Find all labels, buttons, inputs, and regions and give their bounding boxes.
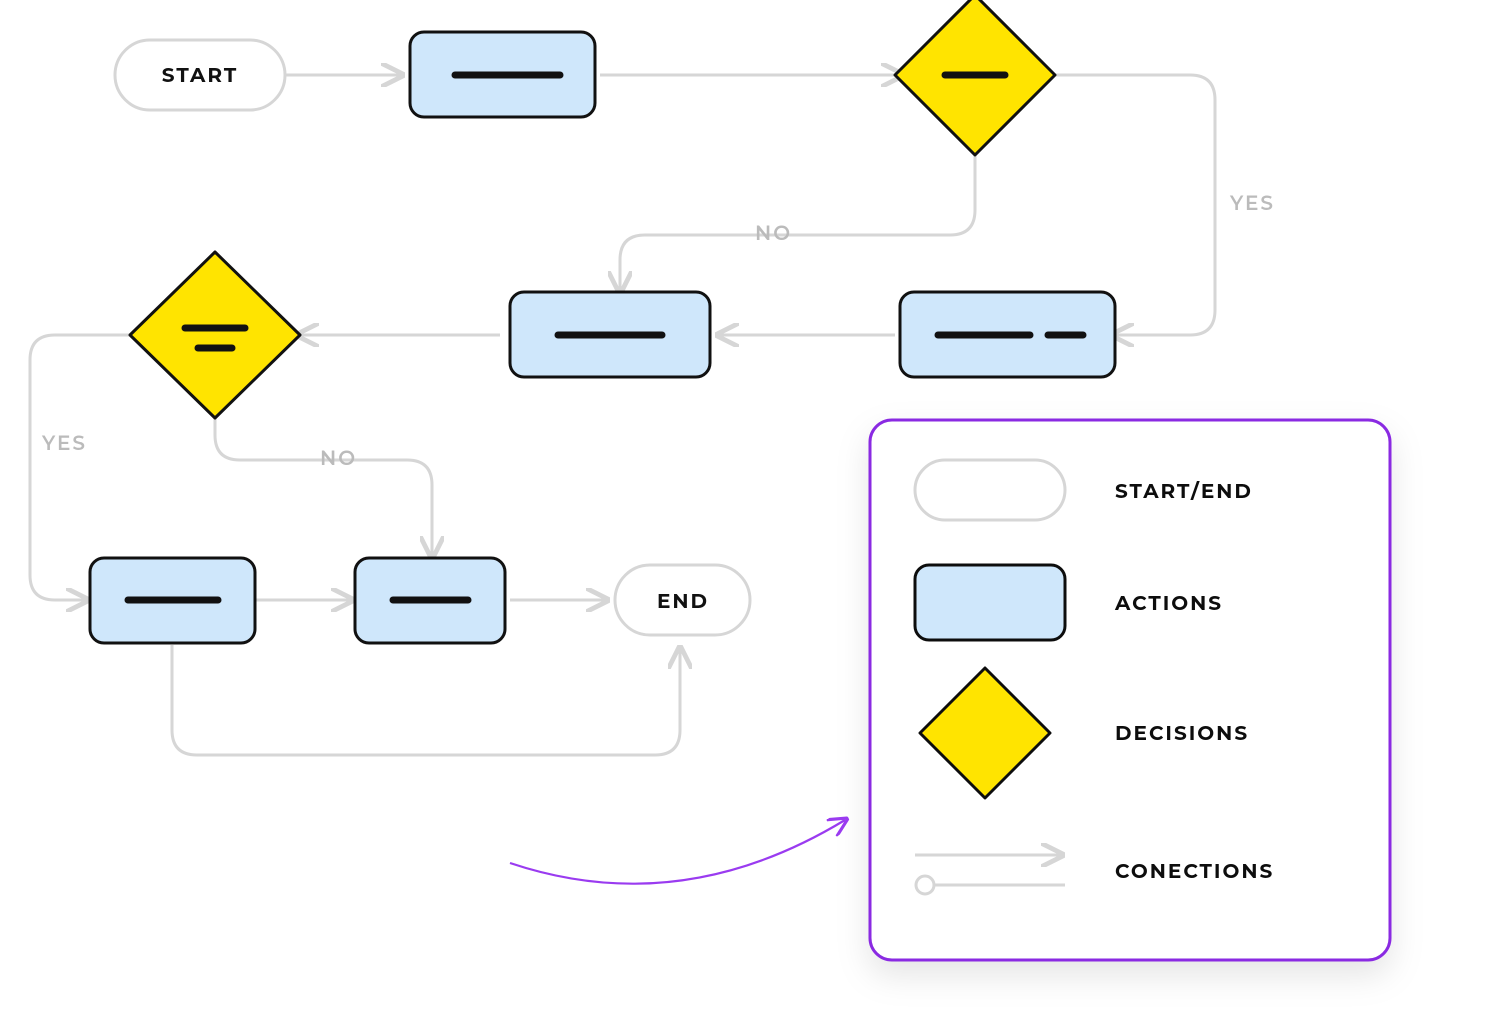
node-action-3 xyxy=(510,292,710,377)
svg-text:START: START xyxy=(162,64,238,88)
node-end: END xyxy=(615,565,750,635)
edge-action4-to-end-under xyxy=(172,645,680,755)
node-action-5 xyxy=(355,558,505,643)
edge-label-d1-no: NO xyxy=(755,222,792,246)
node-action-1 xyxy=(410,32,595,117)
node-decision-1 xyxy=(895,0,1055,155)
legend-pointer-arrow xyxy=(510,820,845,884)
legend-action-icon xyxy=(915,565,1065,640)
edge-label-d2-no: NO xyxy=(320,447,357,471)
edge-label-d1-yes: YES xyxy=(1229,192,1275,216)
edge-decision2-no xyxy=(215,415,432,555)
legend-connections-label: CONECTIONS xyxy=(1115,860,1274,884)
node-decision-2 xyxy=(130,252,300,418)
legend-startend-label: START/END xyxy=(1115,480,1253,504)
edge-decision1-no xyxy=(620,155,975,290)
legend-decision-label: DECISIONS xyxy=(1115,722,1249,746)
svg-text:END: END xyxy=(657,590,709,614)
node-action-4 xyxy=(90,558,255,643)
legend-panel: START/END ACTIONS DECISIONS CONECTIONS xyxy=(870,420,1390,960)
legend-startend-icon xyxy=(915,460,1065,520)
node-action-2 xyxy=(900,292,1115,377)
edge-label-d2-yes: YES xyxy=(41,432,87,456)
node-start: START xyxy=(115,40,285,110)
legend-action-label: ACTIONS xyxy=(1114,592,1223,616)
